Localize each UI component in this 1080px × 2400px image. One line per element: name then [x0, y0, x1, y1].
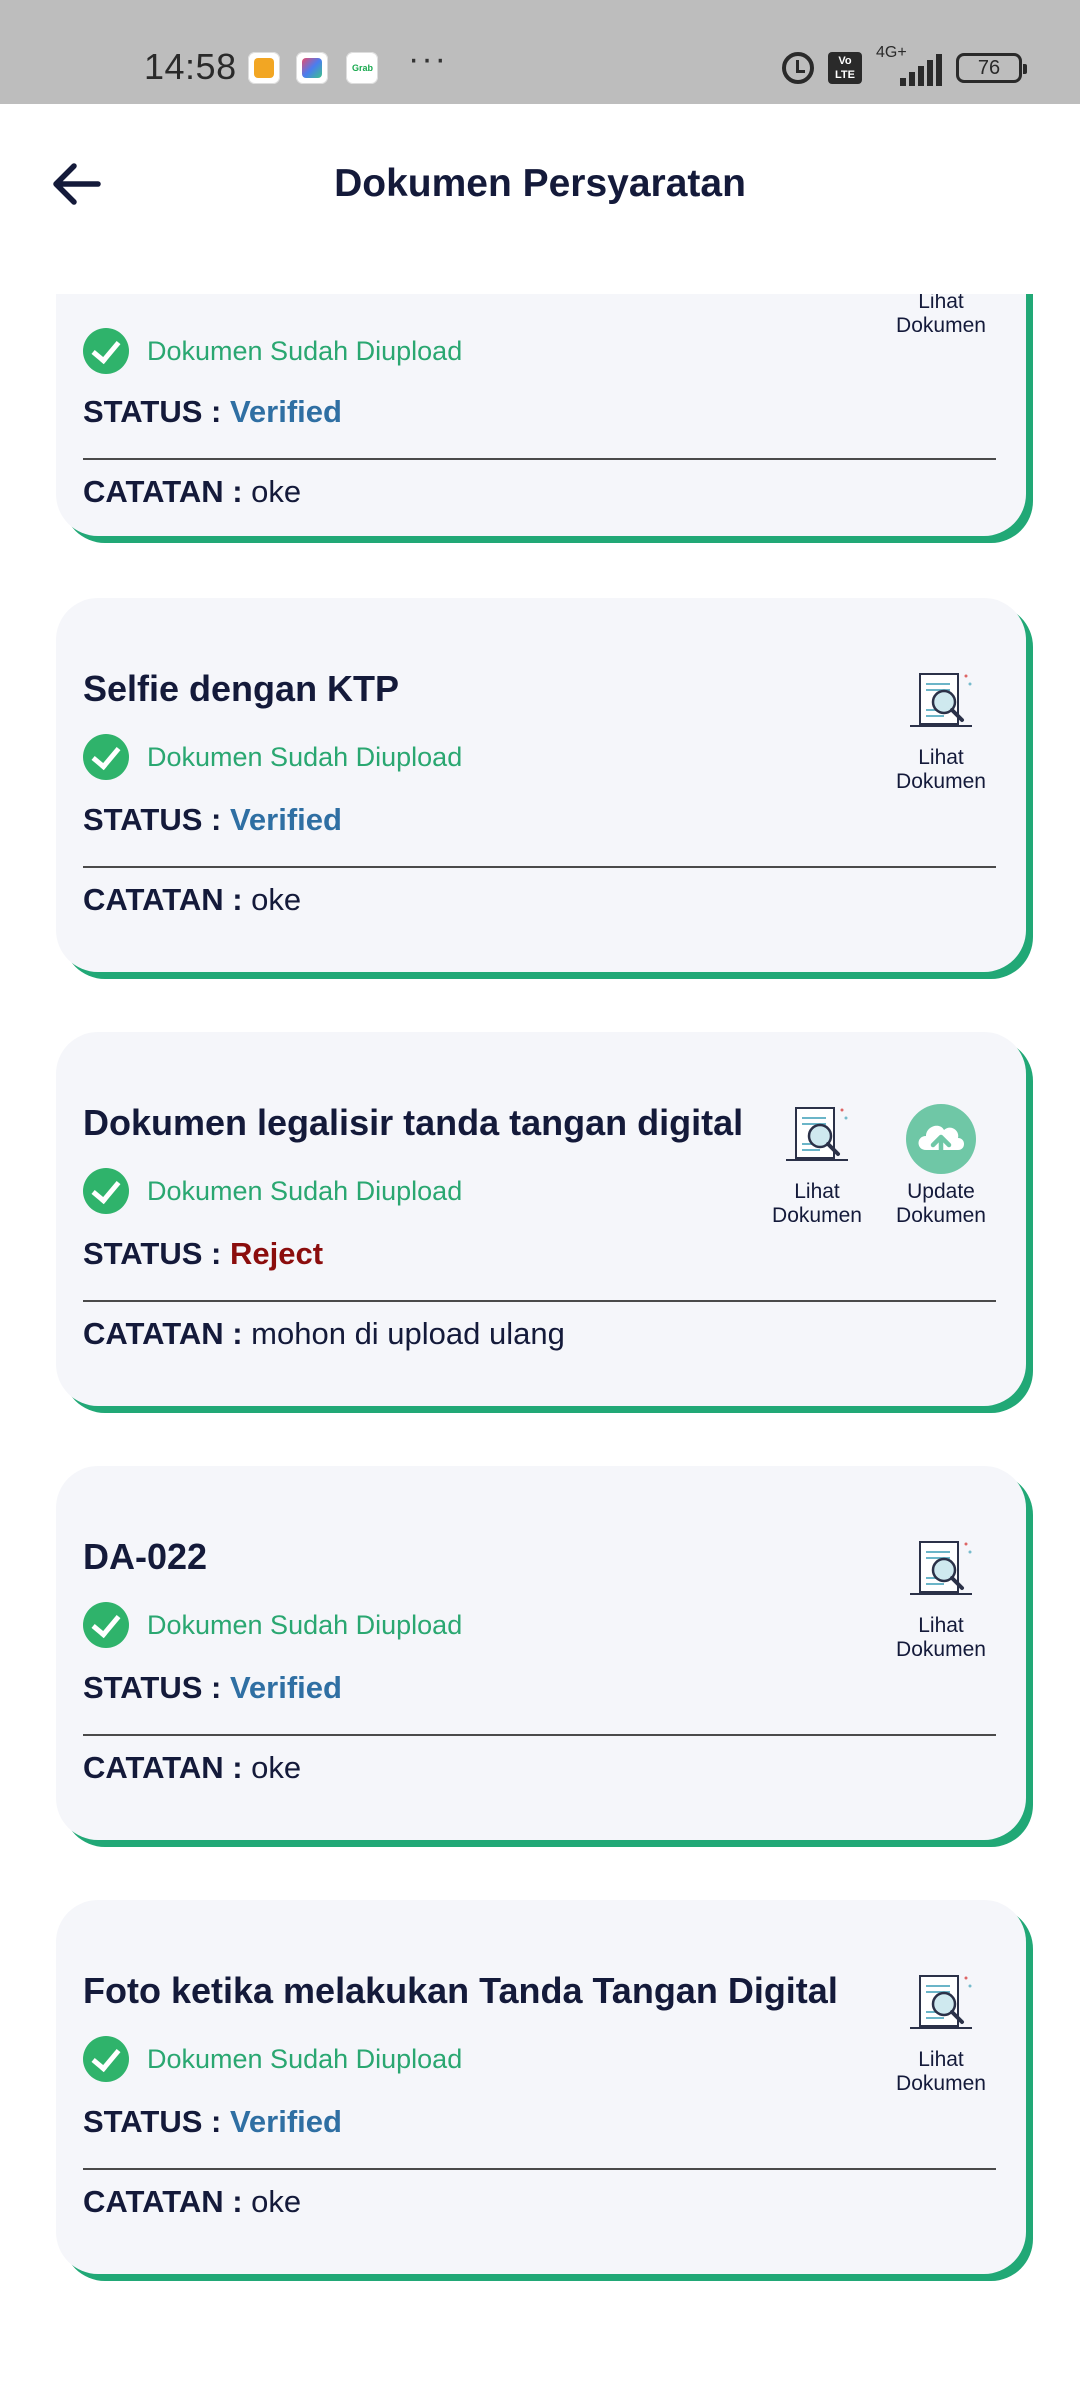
- status-time: 14:58: [144, 46, 237, 87]
- note-value: oke: [251, 882, 302, 917]
- view-document-button[interactable]: Lihat Dokumen: [886, 294, 996, 338]
- check-circle-icon: [83, 2036, 129, 2082]
- note-row: CATATAN : mohon di upload ulang: [83, 1316, 565, 1351]
- upload-status: Dokumen Sudah Diupload: [83, 328, 462, 374]
- document-title: Selfie dengan KTP: [83, 668, 400, 709]
- divider: [83, 1734, 996, 1736]
- note-row: CATATAN : oke: [83, 2184, 302, 2219]
- upload-status: Dokumen Sudah Diupload: [83, 734, 462, 780]
- divider: [83, 1300, 996, 1302]
- document-title: DA-022: [83, 1536, 208, 1577]
- status-row: STATUS : Verified: [83, 2104, 342, 2139]
- check-circle-icon: [83, 1602, 129, 1648]
- cloud-upload-icon: [906, 1104, 976, 1174]
- view-document-button[interactable]: Lihat Dokumen: [886, 1538, 996, 1662]
- view-document-button[interactable]: Lihat Dokumen: [886, 1972, 996, 2096]
- note-value: oke: [251, 474, 302, 509]
- page-title: Dokumen Persyaratan: [334, 162, 746, 205]
- check-circle-icon: [83, 328, 129, 374]
- more-notifications-icon: ···: [408, 40, 448, 78]
- status-value: Verified: [229, 394, 342, 429]
- note-value: oke: [251, 1750, 302, 1785]
- status-bar: 14:58 Grab ··· Vo LTE 4G+ 76: [0, 0, 1080, 104]
- update-document-button[interactable]: Update Dokumen: [886, 1104, 996, 1228]
- document-title: Dokumen legalisir tanda tangan digital: [83, 1102, 744, 1143]
- alarm-icon: [782, 52, 814, 84]
- upload-status: Dokumen Sudah Diupload: [83, 1168, 462, 1214]
- check-circle-icon: [83, 734, 129, 780]
- grab-app-icon: Grab: [346, 52, 378, 84]
- document-title: Foto ketika melakukan Tanda Tangan Digit…: [83, 1970, 838, 2011]
- note-row: CATATAN : oke: [83, 474, 302, 509]
- view-document-button[interactable]: Lihat Dokumen: [886, 670, 996, 794]
- status-value: Verified: [229, 1670, 342, 1705]
- photo-app-icon: [296, 52, 328, 84]
- document-search-icon: [910, 1975, 972, 2029]
- divider: [83, 866, 996, 868]
- signal-icon: 4G+: [876, 44, 942, 88]
- note-row: CATATAN : oke: [83, 882, 302, 917]
- shield-app-icon: [248, 52, 280, 84]
- view-document-button[interactable]: Lihat Dokumen: [762, 1104, 872, 1228]
- status-value: Verified: [229, 2104, 342, 2139]
- battery-icon: 76: [956, 53, 1027, 83]
- status-row: STATUS : Verified: [83, 802, 342, 837]
- battery-level: 76: [977, 57, 1001, 79]
- document-card: Foto ketika melakukan Tanda Tangan Digit…: [56, 1900, 1026, 2274]
- note-value: oke: [251, 2184, 302, 2219]
- status-row: STATUS : Verified: [83, 1670, 342, 1705]
- document-search-icon: [910, 1541, 972, 1595]
- status-row: STATUS : Verified: [83, 394, 342, 429]
- app-header: Dokumen Persyaratan: [0, 104, 1080, 294]
- document-card: Selfie dengan KTP Lihat Dokumen Dokumen …: [56, 598, 1026, 972]
- document-search-icon: [786, 1107, 848, 1161]
- status-value: Reject: [229, 1236, 324, 1271]
- document-card: Dokumen legalisir tanda tangan digital L…: [56, 1032, 1026, 1406]
- note-value: mohon di upload ulang: [251, 1316, 565, 1351]
- note-row: CATATAN : oke: [83, 1750, 302, 1785]
- divider: [83, 458, 996, 460]
- divider: [83, 2168, 996, 2170]
- status-value: Verified: [229, 802, 342, 837]
- check-circle-icon: [83, 1168, 129, 1214]
- upload-status: Dokumen Sudah Diupload: [83, 1602, 462, 1648]
- document-card: Lihat Dokumen Dokumen Sudah Diupload STA…: [56, 294, 1026, 536]
- volte-icon: Vo LTE: [828, 52, 862, 84]
- document-list[interactable]: Lihat Dokumen Dokumen Sudah Diupload STA…: [0, 294, 1080, 2400]
- upload-status: Dokumen Sudah Diupload: [83, 2036, 462, 2082]
- document-card: DA-022 Lihat Dokumen Dokumen Sudah Diupl…: [56, 1466, 1026, 1840]
- status-row: STATUS : Reject: [83, 1236, 324, 1271]
- document-search-icon: [910, 673, 972, 727]
